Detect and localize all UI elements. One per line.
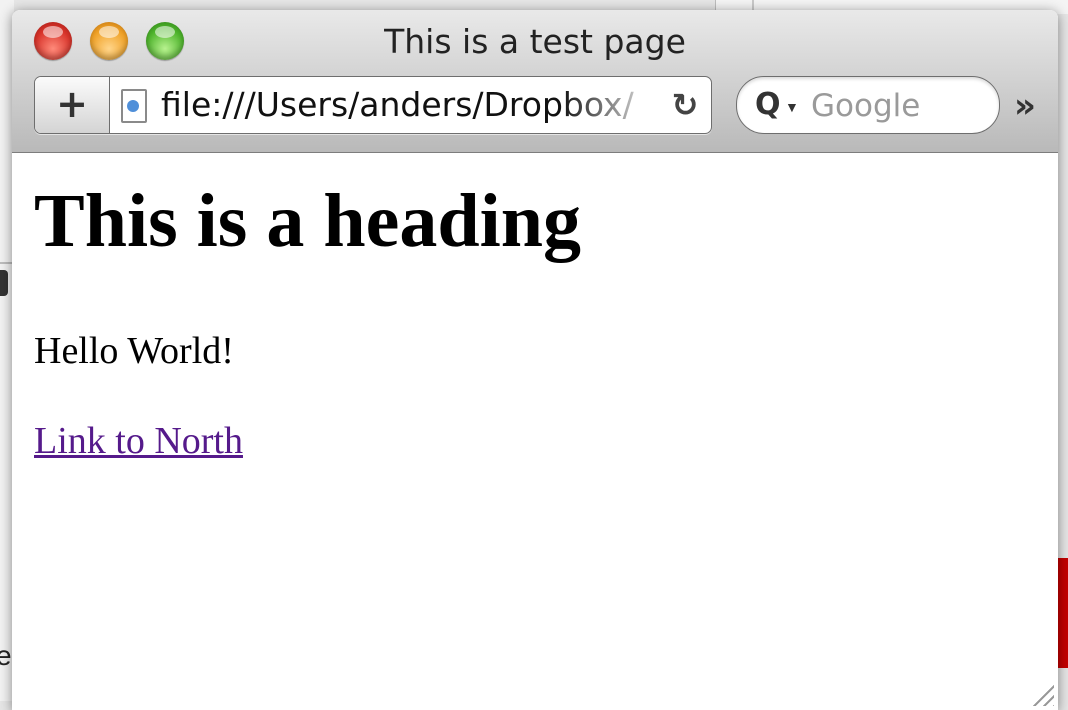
search-input[interactable] [809,85,993,127]
page-heading: This is a heading [34,179,581,263]
page-paragraph: Hello World! [34,330,234,372]
north-link[interactable]: Link to North [34,419,243,463]
toolbar-overflow-button[interactable]: » [1014,86,1036,126]
window-title: This is a test page [384,22,686,61]
search-icon[interactable]: Q [755,87,781,122]
window-toolbar: This is a test page + file:///Users/ande… [12,10,1058,153]
search-box: Q ▼ [736,76,1000,134]
reload-button[interactable]: ↻ [665,83,705,127]
resize-grip-icon[interactable] [1030,682,1054,706]
page-icon [121,89,147,123]
background-left-text: e [0,640,12,671]
chevron-down-icon[interactable]: ▼ [785,99,799,115]
browser-window: This is a test page + file:///Users/ande… [12,10,1058,710]
address-field[interactable]: file:///Users/anders/Dropbox/ [161,85,661,125]
background-red-element [1058,558,1068,668]
page-content: This is a heading Hello World! Link to N… [12,153,1058,710]
background-left-fragment [0,270,8,296]
address-bar-group: + file:///Users/anders/Dropbox/ ↻ [34,76,712,134]
add-bookmark-button[interactable]: + [35,77,110,133]
